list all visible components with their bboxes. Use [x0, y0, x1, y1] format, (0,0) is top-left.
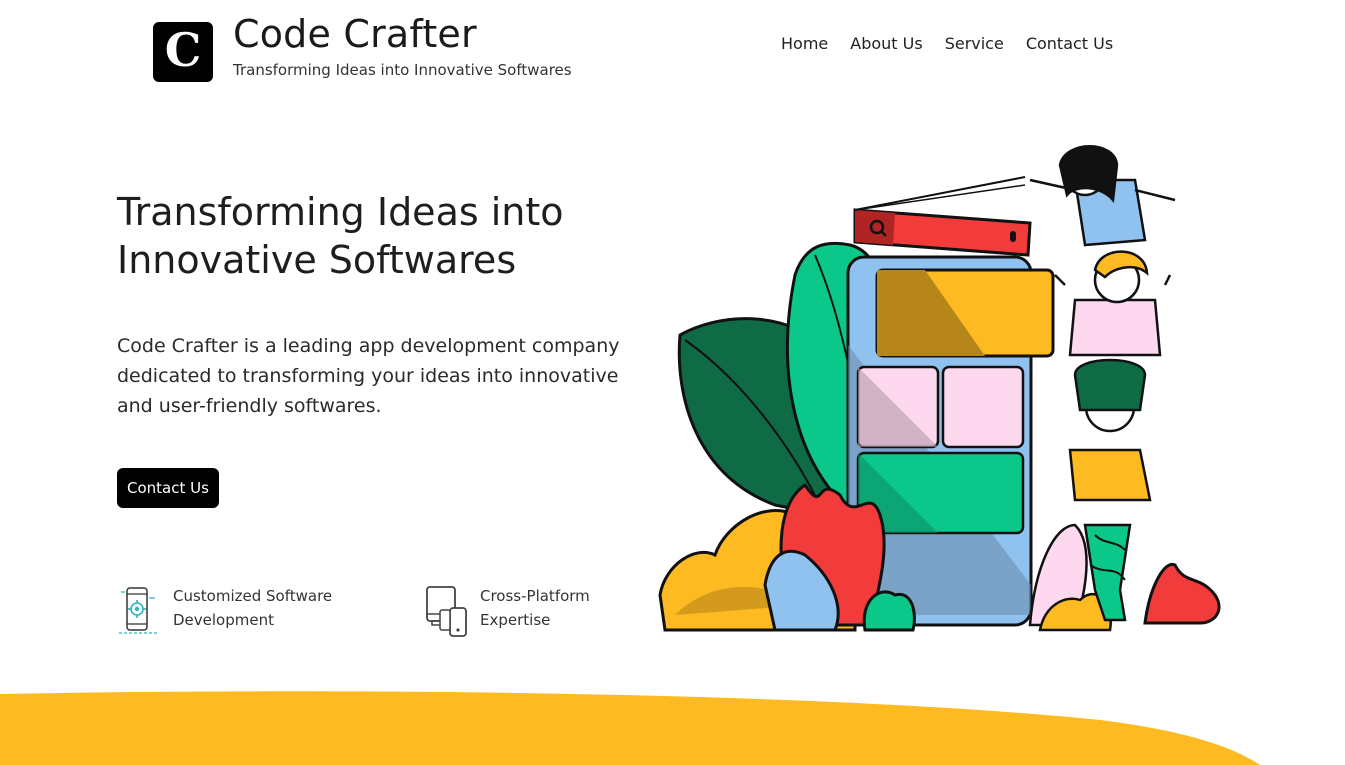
feature-cross-platform: Cross-Platform Expertise [424, 584, 660, 638]
nav-service[interactable]: Service [945, 34, 1004, 53]
main-nav: Home About Us Service Contact Us [781, 34, 1135, 53]
devices-icon [426, 586, 467, 637]
microphone-icon [1010, 231, 1016, 242]
logo-letter: C [164, 23, 202, 77]
hero-title: Transforming Ideas into Innovative Softw… [117, 190, 564, 282]
brand-name: Code Crafter [233, 12, 477, 56]
feature-label: Customized Software Development [173, 587, 333, 629]
bush-green-small [862, 590, 916, 632]
hero-illustration [658, 145, 1221, 632]
site-header: C Code Crafter Transforming Ideas into I… [0, 0, 1345, 100]
logo[interactable]: C [153, 22, 213, 82]
phone-tile-pink-2 [941, 365, 1025, 449]
footer-wave [0, 691, 1260, 765]
nav-about-us[interactable]: About Us [850, 34, 922, 53]
bush-red-right [1143, 562, 1221, 625]
feature-label: Cross-Platform Expertise [480, 587, 590, 629]
brand-tagline: Transforming Ideas into Innovative Softw… [233, 61, 572, 79]
nav-home[interactable]: Home [781, 34, 828, 53]
mobile-gear-icon [119, 587, 157, 634]
contact-us-button[interactable]: Contact Us [117, 468, 219, 508]
nav-contact-us[interactable]: Contact Us [1026, 34, 1113, 53]
hero-description: Code Crafter is a leading app developmen… [117, 335, 620, 417]
feature-customized-software: Customized Software Development [117, 584, 353, 638]
